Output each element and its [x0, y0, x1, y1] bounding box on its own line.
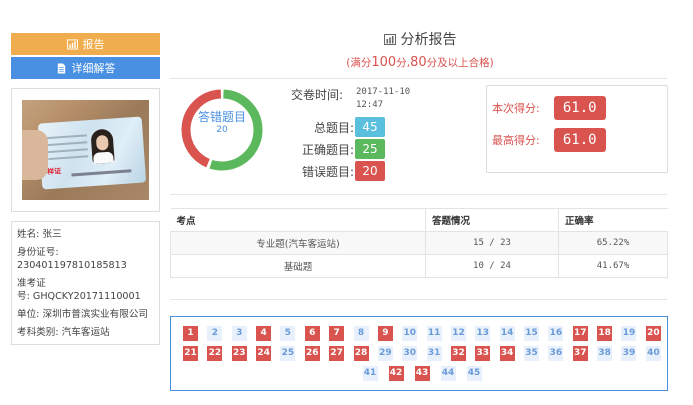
sidebar: 报告 详细解答 样证 姓名: 张三 身份证号: 23040119781018581… — [11, 33, 160, 345]
question-grid: 1 2 3 4 5 6 7 8 9 10 11 12 13 14 15 16 17 18 19 20 21 22 23 24 2… — [170, 316, 668, 391]
question-correct-36[interactable]: 36 — [548, 346, 564, 361]
question-wrong-28[interactable]: 28 — [353, 346, 369, 361]
current-score-value: 61.0 — [553, 96, 606, 120]
question-row: 41 42 43 44 45 — [183, 366, 661, 381]
question-wrong-4[interactable]: 4 — [256, 326, 272, 341]
question-correct-2[interactable]: 2 — [207, 326, 223, 341]
question-wrong-43[interactable]: 43 — [414, 366, 430, 381]
submit-clock: 12:47 — [356, 100, 384, 110]
best-score: 最高得分: 61.0 — [492, 128, 606, 152]
current-score: 本次得分: 61.0 — [492, 96, 606, 120]
question-row: 1 2 3 4 5 6 7 8 9 10 11 12 13 14 15 16 17 18 19 20 — [183, 326, 661, 341]
question-correct-38[interactable]: 38 — [597, 346, 613, 361]
info-id-number: 身份证号: 230401197810185813 — [17, 247, 127, 271]
report-button[interactable]: 报告 — [11, 33, 160, 55]
question-correct-39[interactable]: 39 — [621, 346, 637, 361]
submit-date: 2017-11-10 — [356, 87, 411, 97]
photo-frame: 样证 — [11, 88, 160, 212]
divider — [170, 299, 667, 300]
question-correct-30[interactable]: 30 — [402, 346, 418, 361]
col-answers: 答题情况 — [425, 208, 559, 232]
question-wrong-6[interactable]: 6 — [304, 326, 320, 341]
id-card-photo: 样证 — [22, 100, 149, 200]
col-rate: 正确率 — [558, 208, 668, 232]
exam-stats: 交卷时间: 2017-11-10 12:47 总题目: 45 正确题目: 25 错… — [291, 86, 410, 182]
question-correct-19[interactable]: 19 — [621, 326, 637, 341]
photo-stamp: 样证 — [46, 167, 62, 177]
question-correct-8[interactable]: 8 — [353, 326, 369, 341]
question-correct-5[interactable]: 5 — [280, 326, 296, 341]
info-company: 单位: 深圳市普滨实业有限公司 — [17, 309, 149, 320]
score-panel: 本次得分: 61.0 最高得分: 61.0 — [486, 85, 668, 173]
correct-badge: 25 — [355, 139, 385, 159]
table-row: 基础题 10 / 24 41.67% — [170, 254, 668, 278]
question-correct-40[interactable]: 40 — [645, 346, 661, 361]
wrong-questions: 错误题目: 20 — [291, 160, 410, 182]
question-wrong-33[interactable]: 33 — [475, 346, 491, 361]
question-correct-45[interactable]: 45 — [466, 366, 482, 381]
question-wrong-9[interactable]: 9 — [377, 326, 393, 341]
question-wrong-32[interactable]: 32 — [450, 346, 466, 361]
col-topic: 考点 — [170, 208, 426, 232]
question-row: 21 22 23 24 25 26 27 28 29 30 31 32 33 34 35 36 37 38 39 40 — [183, 346, 661, 361]
bar-chart-icon — [66, 38, 78, 50]
submit-time: 交卷时间: 2017-11-10 12:47 — [291, 87, 411, 110]
candidate-info: 姓名: 张三 身份证号: 230401197810185813 准考证号: GHQ… — [11, 221, 160, 345]
question-wrong-1[interactable]: 1 — [183, 326, 198, 341]
detail-answer-button[interactable]: 详细解答 — [11, 57, 160, 79]
question-correct-25[interactable]: 25 — [280, 346, 296, 361]
question-wrong-18[interactable]: 18 — [597, 326, 613, 341]
total-questions: 总题目: 45 — [291, 116, 410, 138]
question-correct-16[interactable]: 16 — [548, 326, 564, 341]
page-title: 分析报告 — [170, 29, 670, 49]
donut-count: 20 — [216, 125, 228, 135]
info-category: 考科类别: 汽车客运站 — [17, 327, 110, 338]
table-row: 专业题(汽车客运站) 15 / 23 65.22% — [170, 231, 668, 255]
question-correct-12[interactable]: 12 — [450, 326, 466, 341]
total-badge: 45 — [355, 117, 385, 137]
id-card: 样证 — [37, 116, 147, 190]
divider — [170, 194, 667, 195]
document-icon — [57, 62, 65, 74]
question-correct-11[interactable]: 11 — [426, 326, 442, 341]
question-correct-3[interactable]: 3 — [231, 326, 247, 341]
detail-answer-button-label: 详细解答 — [71, 62, 116, 75]
question-wrong-17[interactable]: 17 — [572, 326, 588, 341]
question-wrong-34[interactable]: 34 — [499, 346, 515, 361]
question-correct-35[interactable]: 35 — [524, 346, 540, 361]
question-wrong-22[interactable]: 22 — [207, 346, 223, 361]
correct-questions: 正确题目: 25 — [291, 138, 410, 160]
donut-label: 答错题目 20 — [181, 111, 263, 137]
question-wrong-7[interactable]: 7 — [329, 326, 345, 341]
question-correct-14[interactable]: 14 — [499, 326, 515, 341]
pass-rule: (满分100分,80分及以上合格) — [346, 55, 494, 70]
question-wrong-24[interactable]: 24 — [256, 346, 272, 361]
table-header: 考点 答题情况 正确率 — [170, 208, 668, 232]
question-wrong-23[interactable]: 23 — [231, 346, 247, 361]
info-name: 姓名: 张三 — [17, 229, 62, 240]
info-exam-number: 准考证号: GHQCKY20171110001 — [17, 278, 141, 302]
best-score-value: 61.0 — [553, 128, 606, 152]
report-button-label: 报告 — [82, 38, 105, 51]
wrong-badge: 20 — [355, 161, 385, 181]
topic-table: 考点 答题情况 正确率 专业题(汽车客运站) 15 / 23 65.22% 基础… — [170, 208, 668, 278]
question-correct-29[interactable]: 29 — [377, 346, 393, 361]
question-wrong-37[interactable]: 37 — [572, 346, 588, 361]
question-correct-44[interactable]: 44 — [440, 366, 456, 381]
question-correct-31[interactable]: 31 — [426, 346, 442, 361]
question-correct-15[interactable]: 15 — [524, 326, 540, 341]
question-wrong-26[interactable]: 26 — [304, 346, 320, 361]
bar-chart-icon — [383, 33, 396, 45]
divider — [170, 78, 667, 79]
question-correct-10[interactable]: 10 — [402, 326, 418, 341]
question-wrong-21[interactable]: 21 — [183, 346, 198, 361]
question-wrong-27[interactable]: 27 — [329, 346, 345, 361]
question-wrong-42[interactable]: 42 — [388, 366, 404, 381]
question-wrong-20[interactable]: 20 — [645, 326, 661, 341]
question-correct-41[interactable]: 41 — [362, 366, 378, 381]
question-correct-13[interactable]: 13 — [475, 326, 491, 341]
